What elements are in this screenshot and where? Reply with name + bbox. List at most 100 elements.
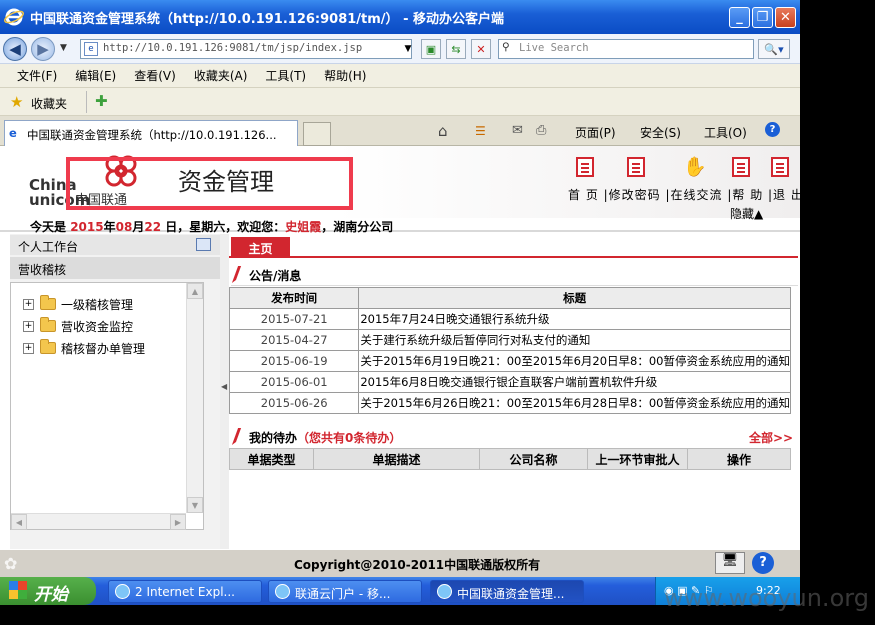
logout-icon[interactable] xyxy=(771,157,789,177)
screen-border xyxy=(800,0,875,625)
window-titlebar[interactable]: 中国联通资金管理系统（http://10.0.191.126:9081/tm/）… xyxy=(0,0,800,34)
maximize-button[interactable]: ❐ xyxy=(752,7,773,28)
notice-date: 2015-07-21 xyxy=(228,308,360,330)
browser-tab-active[interactable]: e 中国联通资金管理系统（http://10.0.191.126... xyxy=(4,120,298,146)
search-button[interactable]: 🔍▾ xyxy=(758,39,790,59)
home-page-icon[interactable] xyxy=(576,157,594,177)
todo-title: 我的待办 xyxy=(249,431,298,445)
table-row[interactable]: 2015-06-01 2015年6月8日晚交通银行银企直联客户端前置机软件升级 xyxy=(228,371,791,393)
tools-menu[interactable]: 工具(O) xyxy=(704,124,747,141)
menu-help[interactable]: 帮助(H) xyxy=(324,67,366,84)
url-field[interactable]: e http://10.0.191.126:9081/tm/jsp/index.… xyxy=(80,39,412,59)
todo-all-link[interactable]: 全部>> xyxy=(749,429,793,446)
scroll-right-icon[interactable]: ▶ xyxy=(170,514,186,530)
menu-tools[interactable]: 工具(T) xyxy=(265,67,306,84)
forward-icon[interactable]: ▶ xyxy=(31,37,55,61)
favorites-star-icon[interactable]: ★ xyxy=(10,93,23,111)
col-prev-approver: 上一环节审批人 xyxy=(587,448,688,470)
taskbar-button-ie-group[interactable]: 2 Internet Expl... xyxy=(108,580,262,603)
folder-icon xyxy=(40,339,56,354)
table-row[interactable]: 2015-07-21 2015年7月24日晚交通银行系统升级 xyxy=(228,308,791,330)
ie-logo-icon xyxy=(4,8,24,26)
menu-favorites[interactable]: 收藏夹(A) xyxy=(194,67,248,84)
scroll-down-icon[interactable]: ▼ xyxy=(187,497,203,513)
divider xyxy=(86,91,87,113)
page-menu[interactable]: 页面(P) xyxy=(575,124,616,141)
print-icon[interactable]: ⎙ xyxy=(536,123,546,138)
expand-icon[interactable]: + xyxy=(23,342,34,354)
tree-horizontal-scrollbar[interactable]: ◀ ▶ xyxy=(11,513,186,530)
scroll-left-icon[interactable]: ◀ xyxy=(11,514,27,530)
sidebar-section-header[interactable]: 营收稽核 xyxy=(10,257,220,279)
info-user: 史姐霞 xyxy=(285,220,322,234)
close-button[interactable]: ✕ xyxy=(775,7,796,28)
workbench-header[interactable]: 个人工作台 xyxy=(10,235,220,255)
mail-icon[interactable]: ✉ xyxy=(512,123,523,138)
watermark: www.wooyun.org xyxy=(664,584,869,612)
add-favorite-icon[interactable]: ✚ xyxy=(95,92,108,110)
todo-count: （您共有0条待办） xyxy=(297,431,402,445)
online-chat-hand-icon[interactable]: ✋ xyxy=(683,155,707,178)
password-icon[interactable] xyxy=(627,157,645,177)
stop-icon[interactable]: ✕ xyxy=(471,39,491,59)
todo-section-header: 我的待办（您共有0条待办） xyxy=(231,424,798,448)
table-row[interactable]: 2015-04-27 关于建行系统升级后暂停同行对私支付的通知 xyxy=(228,329,791,351)
notice-title-link[interactable]: 关于建行系统升级后暂停同行对私支付的通知 xyxy=(358,329,791,351)
copyright-text: Copyright@2010-2011中国联通版权所有 xyxy=(294,558,541,572)
table-row[interactable]: 2015-06-26 关于2015年6月26日晚21：00至2015年6月28日早… xyxy=(228,392,791,414)
notice-date: 2015-06-19 xyxy=(228,350,360,372)
expand-icon[interactable]: + xyxy=(23,298,34,310)
search-input[interactable]: ⚲ Live Search xyxy=(498,39,754,59)
tree-item-revenue-monitor[interactable]: + 营收资金监控 xyxy=(23,317,133,335)
table-row[interactable]: 2015-06-19 关于2015年6月19日晚21：00至2015年6月20日早… xyxy=(228,350,791,372)
tree-vertical-scrollbar[interactable]: ▲ ▼ xyxy=(186,283,203,513)
window-title: 中国联通资金管理系统（http://10.0.191.126:9081/tm/）… xyxy=(30,11,504,27)
taskbar-label: 2 Internet Expl... xyxy=(135,585,235,599)
collapse-arrow-icon[interactable]: ◀ xyxy=(221,382,227,391)
notice-title-link[interactable]: 2015年7月24日晚交通银行系统升级 xyxy=(358,308,791,330)
notice-date: 2015-04-27 xyxy=(228,329,360,351)
header-nav-links[interactable]: 首 页 |修改密码 |在线交流 |帮 助 |退 出 xyxy=(568,186,804,203)
menu-view[interactable]: 查看(V) xyxy=(134,67,176,84)
tab-home[interactable]: 主页 xyxy=(231,237,290,258)
info-year-unit: 年 xyxy=(103,220,116,234)
ie-icon xyxy=(115,584,130,599)
taskbar-button-portal[interactable]: 联通云门户 - 移... xyxy=(268,580,422,603)
minimize-button[interactable]: _ xyxy=(729,7,750,28)
back-icon[interactable]: ◀ xyxy=(3,37,27,61)
ie-icon xyxy=(437,584,452,599)
scroll-up-icon[interactable]: ▲ xyxy=(187,283,203,299)
tree-item-label: 一级稽核管理 xyxy=(61,297,134,312)
refresh-icon[interactable]: ⇆ xyxy=(446,39,466,59)
notice-title-link[interactable]: 2015年6月8日晚交通银行银企直联客户端前置机软件升级 xyxy=(358,371,791,393)
tree-item-audit-management[interactable]: + 一级稽核管理 xyxy=(23,295,133,313)
notice-title-link[interactable]: 关于2015年6月26日晚21：00至2015年6月28日早8：00暂停资金系统… xyxy=(358,392,791,414)
panel-splitter[interactable]: ◀ xyxy=(220,234,229,549)
help-icon[interactable]: ? xyxy=(765,122,780,137)
folder-icon xyxy=(40,317,56,332)
info-month-unit: 月 xyxy=(132,220,145,234)
taskbar-button-fund-system[interactable]: 中国联通资金管理... xyxy=(430,580,584,603)
tree-item-supervision[interactable]: + 稽核督办单管理 xyxy=(23,339,145,357)
help-doc-icon[interactable] xyxy=(732,157,750,177)
menu-edit[interactable]: 编辑(E) xyxy=(75,67,116,84)
expand-icon[interactable]: + xyxy=(23,320,34,332)
taskbar-label: 联通云门户 - 移... xyxy=(295,587,391,601)
footer-knot-icon: ✿ xyxy=(4,554,18,573)
feeds-icon[interactable]: ☰ xyxy=(475,124,486,138)
menu-file[interactable]: 文件(F) xyxy=(17,67,57,84)
page-icon: e xyxy=(84,42,98,56)
search-placeholder: Live Search xyxy=(519,42,589,54)
home-icon[interactable]: ⌂ xyxy=(438,122,448,140)
notice-title-link[interactable]: 关于2015年6月19日晚21：00至2015年6月20日早8：00暂停资金系统… xyxy=(358,350,791,372)
url-dropdown-icon[interactable]: ▼ xyxy=(402,39,414,59)
history-dropdown-icon[interactable]: ▼ xyxy=(60,43,67,53)
workbench-icon[interactable] xyxy=(196,238,211,251)
info-month: 08 xyxy=(115,220,133,234)
favorites-label[interactable]: 收藏夹 xyxy=(31,95,67,112)
compat-icon[interactable]: ▣ xyxy=(421,39,441,59)
safety-menu[interactable]: 安全(S) xyxy=(640,124,681,141)
start-button[interactable]: 开始 xyxy=(0,577,96,605)
new-tab-button[interactable] xyxy=(303,122,331,146)
status-help-icon[interactable]: ? xyxy=(752,552,774,574)
